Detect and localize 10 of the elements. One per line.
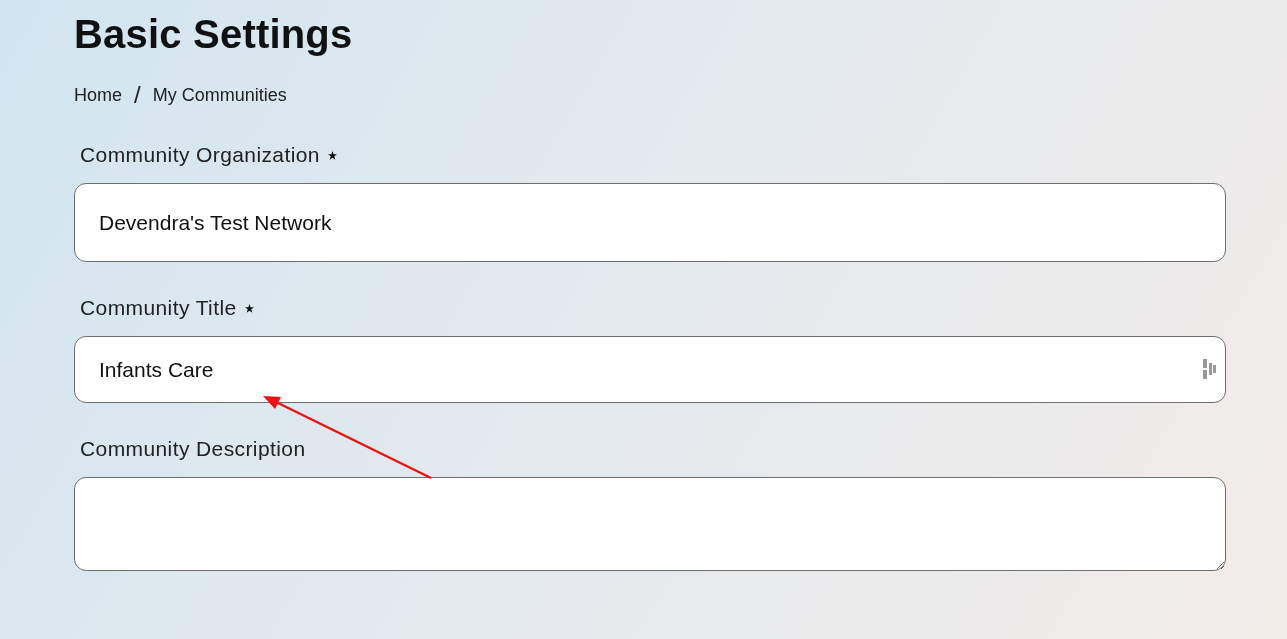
field-label: Community Description	[80, 437, 306, 461]
field-label: Community Organization	[80, 143, 320, 167]
breadcrumb-separator: /	[134, 81, 141, 109]
page-title: Basic Settings	[74, 11, 354, 58]
description-field[interactable]	[74, 477, 1226, 571]
text-field[interactable]: Devendra's Test Network	[74, 183, 1226, 262]
text-field[interactable]: Infants Care	[74, 336, 1226, 403]
breadcrumb-link[interactable]: My Communities	[152, 84, 287, 106]
breadcrumb-link[interactable]: Home	[74, 84, 122, 106]
field-label: Community Title	[80, 296, 237, 320]
